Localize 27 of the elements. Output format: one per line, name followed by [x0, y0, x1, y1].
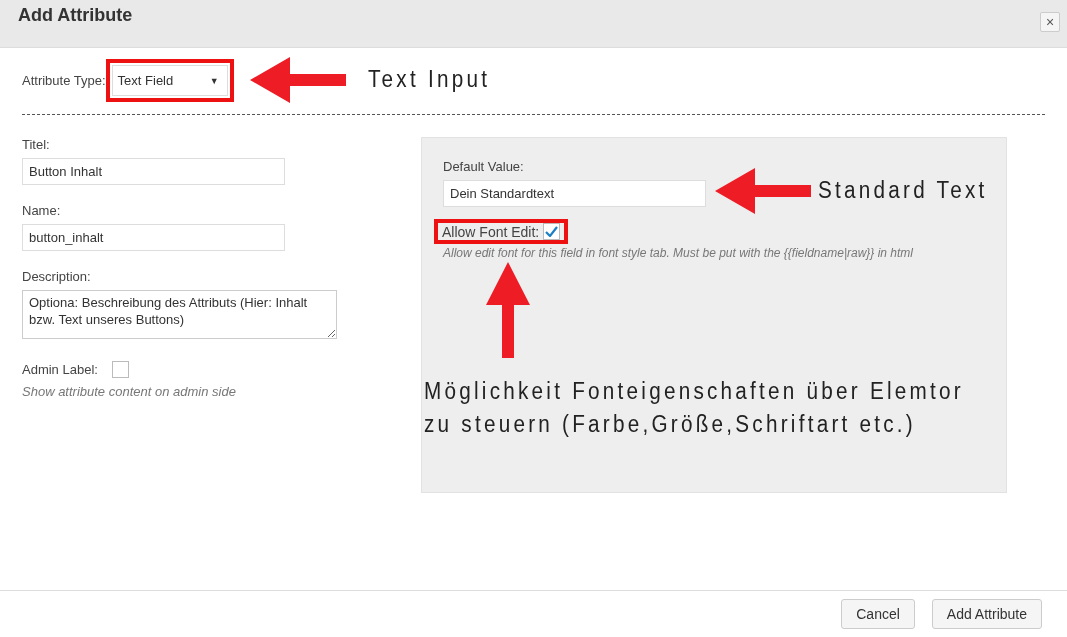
- checkmark-icon: [545, 226, 559, 237]
- arrow-icon: [250, 57, 346, 103]
- cancel-button[interactable]: Cancel: [841, 599, 915, 629]
- arrow-icon: [715, 168, 811, 214]
- field-label: Default Value:: [443, 159, 525, 174]
- arrow-icon: [486, 262, 530, 358]
- dialog-title: Add Attribute: [18, 5, 133, 26]
- text-field[interactable]: Button Inhalt: [22, 158, 285, 185]
- annotation-text: Standard Text: [818, 176, 988, 205]
- close-button[interactable]: ×: [1040, 12, 1060, 32]
- checkbox[interactable]: [543, 223, 561, 240]
- annotation-text: Text Input: [368, 65, 491, 94]
- text-field[interactable]: Dein Standardtext: [443, 180, 706, 207]
- field-label: Allow Font Edit:: [442, 223, 540, 240]
- field-label: Description:: [22, 269, 92, 284]
- checkbox[interactable]: [111, 361, 129, 378]
- hint-text: Show attribute content on admin side: [22, 384, 237, 399]
- text-field[interactable]: button_inhalt: [22, 224, 285, 251]
- field-label: Attribute Type:: [22, 73, 106, 88]
- annotation-text: Möglichkeit Fonteigenschaften über Elemtor zu steuern (Farbe,Größe,Schriftart etc.): [424, 377, 964, 439]
- field-label: Titel:: [22, 137, 51, 152]
- field-label: Admin Label:: [22, 362, 98, 377]
- submit-button[interactable]: Add Attribute: [931, 599, 1042, 629]
- field-label: Name:: [22, 203, 62, 218]
- hint-text: Allow edit font for this field in font style tab. Must be put with the {{fieldname|raw}} in html: [443, 246, 915, 260]
- description-field[interactable]: Optiona: Beschreibung des Attributs (Hier: Inhalt bzw. Text unseres Buttons): [22, 290, 337, 339]
- type-select[interactable]: Text Field ▼: [111, 65, 228, 96]
